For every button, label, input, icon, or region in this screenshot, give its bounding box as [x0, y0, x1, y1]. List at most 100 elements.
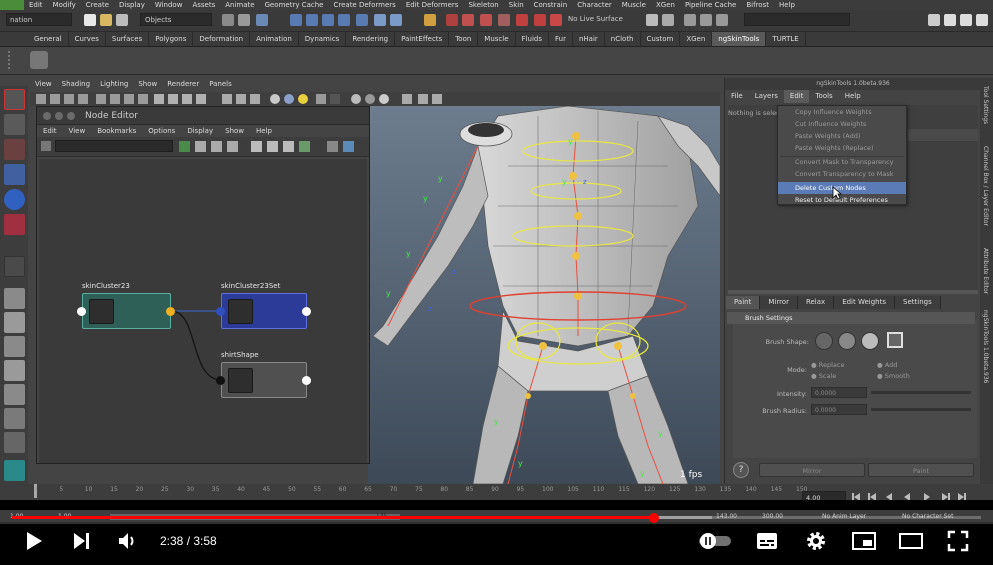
viewport-menu-item[interactable]: Panels: [204, 78, 237, 92]
lock-icon[interactable]: [424, 14, 436, 28]
ne-layout-icon[interactable]: [251, 141, 262, 152]
shelf-tab[interactable]: Rendering: [346, 32, 396, 46]
viewport-menu-item[interactable]: Renderer: [162, 78, 204, 92]
shelf-tab[interactable]: Fur: [549, 32, 573, 46]
rename-icon[interactable]: [716, 14, 728, 28]
menu-item[interactable]: Modify: [48, 1, 81, 9]
ng-menu-file[interactable]: File: [725, 90, 749, 103]
layout-hypershade-icon[interactable]: [4, 432, 25, 453]
ne-graph-icon[interactable]: [41, 141, 51, 151]
attribute-editor-toggle-icon[interactable]: [944, 14, 956, 28]
ne-input-output-icon[interactable]: [179, 141, 190, 152]
objects-selector[interactable]: Objects: [140, 13, 212, 26]
paint-button[interactable]: Paint: [868, 463, 974, 477]
menu-item[interactable]: Edit Deformers: [401, 1, 464, 9]
shelf-tab[interactable]: TURTLE: [766, 32, 806, 46]
paint-icon[interactable]: [534, 14, 546, 28]
node-editor-titlebar[interactable]: Node Editor: [37, 107, 369, 125]
shelf-tab[interactable]: nCloth: [605, 32, 641, 46]
lasso-tool-icon[interactable]: [4, 114, 25, 135]
ne-menu-item[interactable]: Options: [142, 125, 181, 137]
intensity-field[interactable]: 0.0000: [811, 387, 867, 398]
shelf-tab[interactable]: Surfaces: [106, 32, 150, 46]
live-surface-icon[interactable]: [550, 14, 562, 28]
save-scene-icon[interactable]: [116, 14, 128, 28]
tab-relax[interactable]: Relax: [797, 296, 835, 309]
menu-item[interactable]: Skin: [504, 1, 529, 9]
hypershade-icon[interactable]: [516, 14, 528, 28]
snap-surface-icon[interactable]: [356, 14, 368, 28]
ng-menu-edit[interactable]: Edit: [783, 90, 810, 103]
layout-side-icon[interactable]: [4, 336, 25, 357]
mode-scale-radio[interactable]: ● Scale: [811, 372, 836, 380]
3d-viewport[interactable]: y y y y y y y y y y z z z 1 fps: [368, 106, 720, 484]
viewport-menu-item[interactable]: Show: [133, 78, 162, 92]
mesh-input-port[interactable]: [216, 376, 225, 385]
layout-single-icon[interactable]: [4, 288, 25, 309]
ne-bookmark-icon[interactable]: [343, 141, 354, 152]
snap-point-icon[interactable]: [322, 14, 334, 28]
command-input[interactable]: [744, 13, 850, 26]
select-hierarchy-icon[interactable]: [222, 14, 234, 28]
shelf-tab[interactable]: General: [28, 32, 69, 46]
menu-item[interactable]: Display: [114, 1, 150, 9]
shelf-tab[interactable]: Fluids: [516, 32, 549, 46]
autoplay-toggle-icon[interactable]: [698, 532, 732, 550]
current-frame-field[interactable]: 4.00: [802, 491, 846, 500]
shelf-tab[interactable]: Dynamics: [299, 32, 347, 46]
skincluster-node[interactable]: [82, 293, 171, 329]
render-view-icon[interactable]: [462, 14, 474, 28]
move-tool-icon[interactable]: [4, 164, 25, 185]
brush-radius-slider[interactable]: [871, 408, 971, 411]
brush-radius-field[interactable]: 0.0000: [811, 404, 867, 415]
channel-box-toggle-icon[interactable]: [976, 14, 988, 28]
tab-paint[interactable]: Paint: [726, 296, 761, 309]
menu-item[interactable]: Geometry Cache: [260, 1, 329, 9]
channel-box-tab[interactable]: Channel Box / Layer Editor: [982, 146, 989, 226]
menu-item[interactable]: Pipeline Cache: [680, 1, 741, 9]
snap-curve-icon[interactable]: [306, 14, 318, 28]
ngskintools-shelf-icon[interactable]: [30, 51, 48, 69]
help-icon[interactable]: ?: [733, 462, 749, 478]
shelf-tab[interactable]: Animation: [250, 32, 299, 46]
new-scene-icon[interactable]: [84, 14, 96, 28]
history-icon[interactable]: [374, 14, 386, 28]
search-icon[interactable]: [684, 14, 696, 28]
ne-connected-icon[interactable]: [299, 141, 310, 152]
splitter[interactable]: [728, 290, 978, 294]
tab-mirror[interactable]: Mirror: [760, 296, 798, 309]
ne-menu-item[interactable]: View: [63, 125, 92, 137]
mode-add-radio[interactable]: ● Add: [877, 361, 897, 369]
theater-mode-icon[interactable]: [899, 532, 923, 550]
tab-settings[interactable]: Settings: [895, 296, 941, 309]
playback-controls[interactable]: [850, 490, 980, 500]
select-component-icon[interactable]: [256, 14, 268, 28]
ne-output-icon[interactable]: [211, 141, 222, 152]
render-icon[interactable]: [446, 14, 458, 28]
menu-item[interactable]: Create Deformers: [328, 1, 400, 9]
ne-simple-icon[interactable]: [283, 141, 294, 152]
objectset-input-port[interactable]: [216, 307, 225, 316]
menu-reset-preferences[interactable]: Reset to Default Preferences: [778, 194, 906, 206]
play-icon[interactable]: [24, 530, 44, 552]
shelf-tab[interactable]: Custom: [641, 32, 681, 46]
brush-shape-solid-icon[interactable]: [815, 332, 833, 350]
layout-four-icon[interactable]: [4, 312, 25, 333]
skincluster-output-port[interactable]: [166, 307, 175, 316]
ne-input-icon[interactable]: [195, 141, 206, 152]
shelf-tab[interactable]: Muscle: [478, 32, 516, 46]
tool-settings-tab[interactable]: Tool Settings: [982, 86, 989, 124]
shelf-tab[interactable]: nHair: [573, 32, 605, 46]
miniplayer-icon[interactable]: [852, 532, 876, 550]
attribute-editor-tab[interactable]: Attribute Editor: [982, 248, 989, 294]
subtitles-icon[interactable]: [756, 532, 778, 550]
shelf-tab[interactable]: Toon: [449, 32, 479, 46]
mudbox-icon[interactable]: [4, 460, 25, 481]
brush-shape-gaussian-icon[interactable]: [861, 332, 879, 350]
node-graph-canvas[interactable]: skinCluster23 skinCluster23Set shirtShap…: [39, 159, 367, 463]
progress-played[interactable]: [12, 516, 655, 519]
tool-settings-toggle-icon[interactable]: [960, 14, 972, 28]
layer-button[interactable]: [908, 129, 978, 141]
select-object-icon[interactable]: [238, 14, 250, 28]
layout-graph-icon[interactable]: [4, 408, 25, 429]
